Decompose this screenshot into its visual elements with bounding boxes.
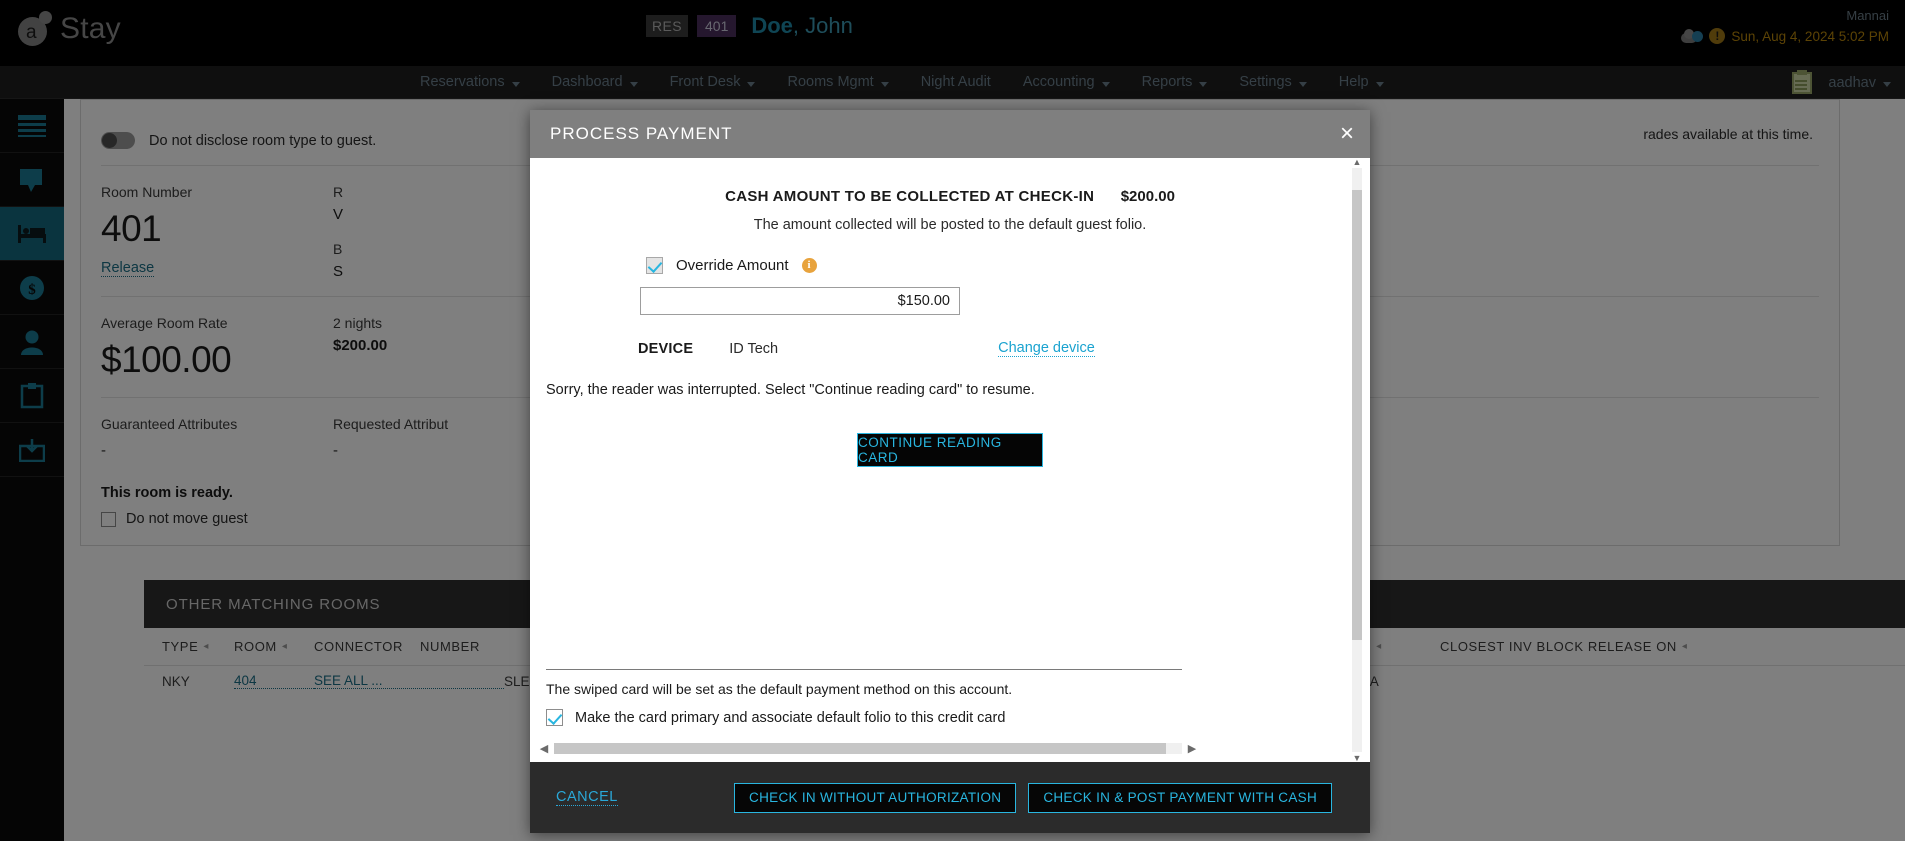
override-amount-row: Override Amount i [646, 257, 1370, 274]
process-payment-modal: PROCESS PAYMENT × ▲ ▼ CASH AMOUNT TO BE … [530, 110, 1370, 833]
app-root: a Stay RES 401 Doe, John Mannai ! Sun, A… [0, 0, 1905, 841]
vertical-scrollbar[interactable]: ▲ ▼ [1352, 158, 1362, 762]
override-amount-input[interactable]: $150.00 [640, 287, 960, 315]
make-card-primary-checkbox[interactable] [546, 709, 563, 726]
close-icon[interactable]: × [1340, 122, 1354, 146]
footer-action-buttons: CHECK IN WITHOUT AUTHORIZATION CHECK IN … [734, 782, 1332, 813]
change-device-link[interactable]: Change device [998, 340, 1095, 357]
scroll-right-icon[interactable]: ▶ [1186, 742, 1198, 755]
scroll-down-icon[interactable]: ▼ [1352, 752, 1362, 762]
modal-footer: CANCEL CHECK IN WITHOUT AUTHORIZATION CH… [530, 762, 1370, 833]
reader-error-message: Sorry, the reader was interrupted. Selec… [546, 382, 1035, 398]
device-label: DEVICE [638, 340, 694, 357]
swiped-card-note-text: The swiped card will be set as the defau… [546, 681, 1013, 697]
check-in-without-authorization-button[interactable]: CHECK IN WITHOUT AUTHORIZATION [734, 782, 1017, 813]
continue-reading-card-button[interactable]: CONTINUE READING CARD [857, 433, 1043, 467]
check-in-post-payment-cash-button[interactable]: CHECK IN & POST PAYMENT WITH CASH [1028, 782, 1332, 813]
cash-amount-line: CASH AMOUNT TO BE COLLECTED AT CHECK-IN … [530, 188, 1370, 206]
override-amount-checkbox[interactable] [646, 257, 663, 274]
modal-header: PROCESS PAYMENT × [530, 110, 1370, 158]
divider [546, 669, 1182, 670]
device-value: ID Tech [729, 340, 779, 357]
make-card-primary-label: Make the card primary and associate defa… [575, 709, 1006, 726]
scroll-thumb[interactable] [1352, 190, 1362, 640]
cash-amount-value: $200.00 [1120, 188, 1175, 205]
modal-title: PROCESS PAYMENT [550, 124, 733, 143]
modal-body: ▲ ▼ CASH AMOUNT TO BE COLLECTED AT CHECK… [530, 158, 1370, 762]
scroll-up-icon[interactable]: ▲ [1352, 158, 1362, 168]
info-icon[interactable]: i [801, 258, 817, 273]
override-amount-value: $150.00 [897, 293, 950, 309]
primary-card-row: Make the card primary and associate defa… [546, 709, 1182, 726]
hscroll-track[interactable] [554, 742, 1182, 754]
scroll-left-icon[interactable]: ◀ [538, 742, 550, 755]
cancel-button[interactable]: CANCEL [556, 789, 618, 806]
hscroll-thumb[interactable] [554, 742, 1166, 754]
override-amount-label: Override Amount [676, 257, 789, 274]
horizontal-scrollbar[interactable]: ◀ ▶ [538, 740, 1198, 756]
cash-amount-subtext: The amount collected will be posted to t… [753, 217, 1147, 233]
cash-amount-label: CASH AMOUNT TO BE COLLECTED AT CHECK-IN [725, 188, 1095, 205]
swiped-card-note: The swiped card will be set as the defau… [546, 669, 1182, 726]
device-row: DEVICE ID Tech Change device [638, 340, 1370, 357]
